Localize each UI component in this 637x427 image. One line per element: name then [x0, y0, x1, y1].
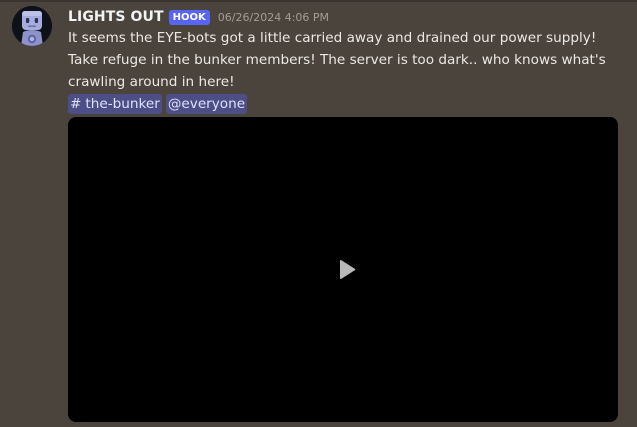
message-content: It seems the EYE-bots got a little carri…: [68, 30, 606, 90]
author-name[interactable]: LIGHTS OUT: [68, 9, 164, 25]
mentions-row: # the-bunker @everyone: [68, 94, 248, 114]
channel-mention[interactable]: # the-bunker: [68, 94, 162, 114]
channel-mention-label: the-bunker: [85, 96, 160, 112]
bot-tag: HOOK: [168, 9, 210, 25]
play-icon[interactable]: [337, 259, 357, 281]
role-mention[interactable]: @everyone: [165, 94, 248, 114]
hash-icon: #: [70, 96, 82, 112]
avatar[interactable]: [12, 6, 52, 46]
timestamp[interactable]: 06/26/2024 4:06 PM: [218, 11, 329, 24]
message-header: LIGHTS OUT HOOK 06/26/2024 4:06 PM: [68, 7, 329, 27]
robot-avatar-icon: [12, 6, 52, 46]
chat-message: LIGHTS OUT HOOK 06/26/2024 4:06 PM It se…: [0, 0, 637, 427]
